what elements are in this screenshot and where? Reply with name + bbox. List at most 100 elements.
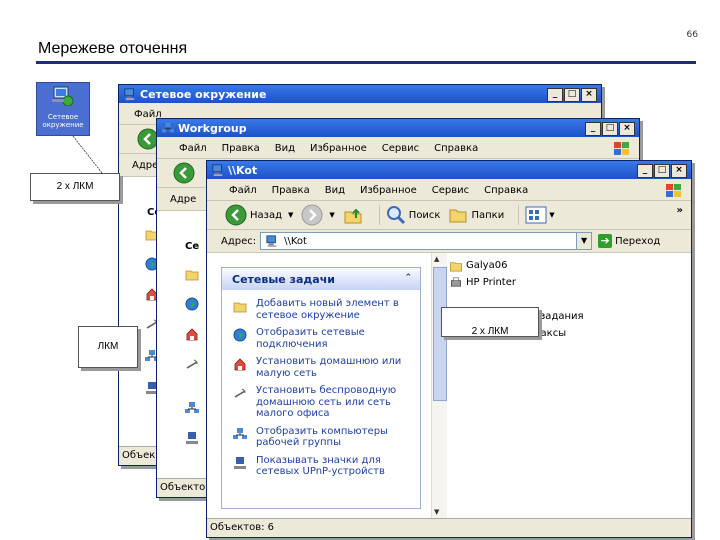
address-dropdown-icon[interactable]: ▼ (576, 233, 592, 249)
computer-icon (212, 164, 223, 176)
windows-logo-icon (614, 142, 629, 155)
computer-icon (266, 235, 277, 247)
menu-view[interactable]: Вид (275, 143, 295, 154)
toolbar-separator (518, 205, 520, 225)
menu-tools[interactable]: Сервис (432, 185, 469, 196)
menu-file[interactable]: Файл (179, 143, 207, 154)
close-button[interactable]: × (581, 88, 597, 102)
house-icon (234, 358, 246, 371)
minimize-button[interactable]: _ (547, 88, 563, 102)
group-icon (233, 427, 247, 439)
minimize-button[interactable]: _ (585, 122, 601, 136)
double-click-callout-2: 2 х ЛКМ (441, 307, 539, 337)
back-arrow-icon[interactable] (173, 162, 195, 184)
network-places-title: Сетевое окружение (140, 87, 267, 101)
upnp-icon (186, 432, 198, 444)
click-callout: ЛКМ (78, 326, 138, 368)
network-tasks-header[interactable]: Сетевые задачи ⌃ (222, 268, 420, 290)
menu-file[interactable]: Файл (229, 185, 257, 196)
kot-addressbar: Адрес: \\Kot ▼ ➔ Переход (207, 230, 691, 253)
task-home-network[interactable]: Установить домашнюю или малую сеть (222, 356, 420, 379)
close-button[interactable]: × (619, 122, 635, 136)
back-button[interactable]: Назад ▼ (225, 204, 293, 226)
menu-favorites[interactable]: Избранное (310, 143, 367, 154)
chevron-down-icon: ▼ (288, 211, 294, 219)
back-label: Назад (250, 209, 283, 221)
task-label: Отобразить сетевые подключения (256, 327, 365, 350)
folder-icon (450, 262, 462, 272)
maximize-button[interactable]: □ (602, 122, 618, 136)
workgroup-icon (162, 122, 174, 133)
globe-icon (185, 297, 199, 311)
menu-edit[interactable]: Правка (222, 143, 260, 154)
task-add-network-place[interactable]: Добавить новый элемент в сетевое окружен… (222, 298, 420, 321)
chevron-down-icon: ▼ (549, 211, 555, 219)
task-label: Установить беспроводную домашнюю сеть ил… (256, 385, 397, 419)
chevron-down-icon: ▼ (329, 211, 335, 219)
vertical-scrollbar[interactable]: ▲ ▼ (431, 253, 447, 518)
task-upnp-icons[interactable]: Показывать значки для сетевых UPnP-устро… (222, 455, 420, 478)
forward-button[interactable]: ▼ (301, 204, 335, 226)
group-icon (185, 401, 199, 414)
panel-label: Се (185, 241, 200, 252)
item-label: HP Printer (466, 277, 516, 288)
scroll-up-icon[interactable]: ▲ (434, 255, 439, 263)
task-wireless-network[interactable]: Установить беспроводную домашнюю сеть ил… (222, 385, 420, 420)
search-icon (386, 206, 405, 225)
toolbar-separator (378, 205, 380, 225)
folders-icon (449, 209, 467, 223)
kot-toolbar: Назад ▼ ▼ Поиск Папки ▼ » (207, 201, 691, 230)
globe-icon (233, 328, 247, 342)
back-arrow-icon (225, 204, 247, 226)
list-item[interactable]: Galya06 (449, 257, 584, 274)
upnp-icon (234, 456, 246, 469)
double-click-callout: 2 х ЛКМ (30, 173, 120, 201)
up-folder-icon[interactable] (343, 205, 363, 225)
address-label: Адре (132, 159, 159, 171)
go-label: Переход (615, 235, 661, 247)
collapse-chevron-icon[interactable]: ⌃ (404, 273, 412, 283)
menu-favorites[interactable]: Избранное (360, 185, 417, 196)
folders-button[interactable]: Папки (448, 206, 504, 224)
search-button[interactable]: Поиск (386, 205, 441, 225)
task-label: Добавить новый элемент в сетевое окружен… (256, 298, 399, 321)
maximize-button[interactable]: □ (654, 164, 670, 178)
windows-logo-icon (666, 184, 681, 197)
task-workgroup-computers[interactable]: Отобразить компьютеры рабочей группы (222, 426, 420, 449)
task-label: Отобразить компьютеры рабочей группы (256, 425, 388, 449)
workgroup-menubar: Файл Правка Вид Избранное Сервис Справка (157, 138, 639, 159)
wifi-icon (186, 359, 198, 369)
search-label: Поиск (408, 209, 441, 221)
menu-view[interactable]: Вид (325, 185, 345, 196)
workgroup-title: Workgroup (178, 121, 247, 135)
views-icon (525, 206, 547, 224)
folder-icon (185, 270, 199, 281)
printer-icon (450, 277, 462, 287)
address-value: \\Kot (284, 235, 307, 247)
scroll-down-icon[interactable]: ▼ (434, 508, 439, 516)
address-label: Адрес: (221, 235, 257, 247)
close-button[interactable]: × (671, 164, 687, 178)
menu-help[interactable]: Справка (434, 143, 478, 154)
list-item[interactable]: HP Printer (449, 274, 584, 291)
kot-content: Сетевые задачи ⌃ Добавить новый элемент … (207, 253, 691, 518)
menu-edit[interactable]: Правка (272, 185, 310, 196)
address-input[interactable]: \\Kot ▼ (260, 232, 593, 250)
menu-tools[interactable]: Сервис (382, 143, 419, 154)
maximize-button[interactable]: □ (564, 88, 580, 102)
house-icon (186, 328, 198, 341)
task-show-connections[interactable]: Отобразить сетевые подключения (222, 327, 420, 350)
minimize-button[interactable]: _ (637, 164, 653, 178)
toolbar-more-chevron-icon[interactable]: » (677, 205, 683, 216)
kot-statusbar: Объектов: 6 (207, 518, 691, 537)
menu-help[interactable]: Справка (484, 185, 528, 196)
kot-titlebar[interactable]: \\Kot _ □ × (207, 161, 691, 179)
kot-window[interactable]: \\Kot _ □ × Файл Правка Вид Избранное Се… (206, 160, 692, 538)
views-button[interactable]: ▼ (525, 206, 555, 224)
folder-icon (233, 302, 247, 313)
network-places-icon (124, 88, 135, 100)
network-places-titlebar[interactable]: Сетевое окружение _ □ × (119, 85, 601, 103)
address-label: Адре (170, 193, 197, 205)
go-button[interactable]: ➔ Переход (598, 234, 660, 248)
workgroup-titlebar[interactable]: Workgroup _ □ × (157, 119, 639, 137)
